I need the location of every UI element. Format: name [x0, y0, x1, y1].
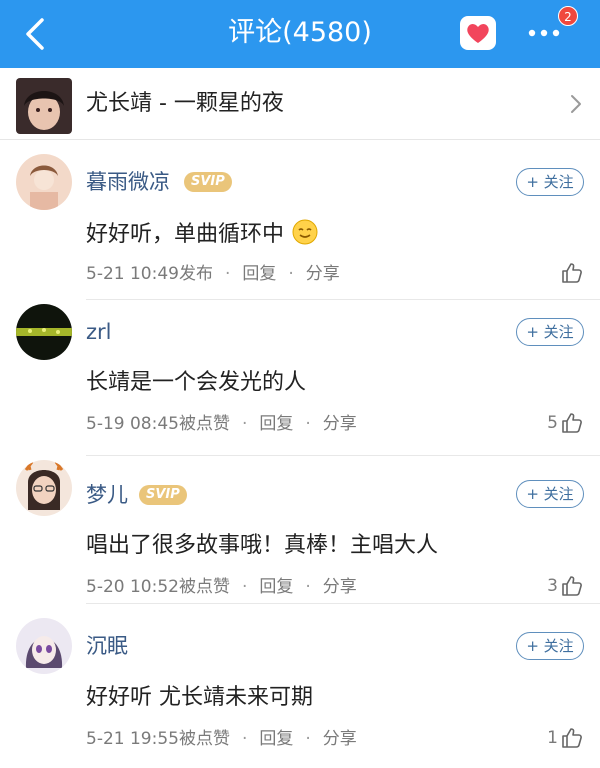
comment-item: 暮雨微凉 SVIP + 关注 好好听，单曲循环中 5-21 10:49发布 · 回复… [0, 140, 600, 300]
username[interactable]: 暮雨微凉 [86, 167, 170, 197]
like-count: 5 [547, 413, 558, 433]
like-button[interactable]: 1 [547, 726, 584, 750]
comment-time: 5-21 19:55被点赞 [86, 729, 230, 749]
comment-meta: 5-21 10:49发布 · 回复 · 分享 [86, 264, 340, 284]
smile-emoji-icon [292, 219, 318, 245]
avatar[interactable] [16, 618, 72, 674]
top-bar: 评论(4580) 2 [0, 0, 600, 68]
share-link[interactable]: 分享 [323, 729, 357, 749]
thumbs-up-icon [562, 576, 582, 596]
reply-link[interactable]: 回复 [242, 264, 276, 284]
page-title: 评论(4580) [228, 17, 372, 48]
like-button[interactable] [558, 261, 584, 285]
comment-time: 5-20 10:52被点赞 [86, 577, 230, 597]
avatar[interactable] [16, 154, 72, 210]
comment-item: 沉眠 + 关注 好好听 尤长靖未来可期 5-21 19:55被点赞 · 回复 · 分享 … [0, 604, 600, 768]
comment-text: 唱出了很多故事哦！真棒！主唱大人 [86, 533, 439, 558]
comment-time: 5-19 08:45被点赞 [86, 414, 230, 434]
thumbs-up-icon [562, 728, 582, 748]
follow-button[interactable]: + 关注 [516, 632, 584, 660]
notification-badge: 2 [558, 6, 578, 26]
comment-item: zrl + 关注 长靖是一个会发光的人 5-19 08:45被点赞 · 回复 · 分享 … [0, 300, 600, 456]
song-title: 尤长靖 - 一颗星的夜 [86, 91, 284, 116]
comment-text-content: 好好听，单曲循环中 [86, 222, 285, 247]
song-cover-image [16, 78, 72, 134]
comment-text: 好好听 尤长靖未来可期 [86, 685, 313, 710]
follow-button[interactable]: + 关注 [516, 318, 584, 346]
reply-link[interactable]: 回复 [259, 577, 293, 597]
comment-text: 好好听，单曲循环中 [86, 218, 319, 251]
song-link-row[interactable]: 尤长靖 - 一颗星的夜 [0, 68, 600, 140]
comment-text: 长靖是一个会发光的人 [86, 370, 307, 395]
follow-button[interactable]: + 关注 [516, 480, 584, 508]
comment-meta: 5-19 08:45被点赞 · 回复 · 分享 [86, 414, 357, 434]
thumbs-up-icon [562, 413, 582, 433]
share-link[interactable]: 分享 [306, 264, 340, 284]
comment-time: 5-21 10:49发布 [86, 264, 213, 284]
avatar[interactable] [16, 460, 72, 516]
chevron-right-icon [571, 95, 581, 113]
share-link[interactable]: 分享 [323, 414, 357, 434]
thumbs-up-icon [562, 263, 582, 283]
share-link[interactable]: 分享 [323, 577, 357, 597]
comment-meta: 5-21 19:55被点赞 · 回复 · 分享 [86, 729, 357, 749]
svip-badge: SVIP [184, 172, 232, 192]
username[interactable]: zrl [86, 317, 112, 347]
like-button[interactable]: 3 [547, 574, 584, 598]
svip-badge: SVIP [139, 485, 187, 505]
avatar[interactable] [16, 304, 72, 360]
follow-button[interactable]: + 关注 [516, 168, 584, 196]
like-count: 1 [547, 728, 558, 748]
comment-meta: 5-20 10:52被点赞 · 回复 · 分享 [86, 577, 357, 597]
like-count: 3 [547, 576, 558, 596]
like-button[interactable]: 5 [547, 411, 584, 435]
username[interactable]: 沉眠 [86, 631, 128, 661]
heart-icon [467, 24, 489, 43]
username[interactable]: 梦儿 [86, 480, 128, 510]
reply-link[interactable]: 回复 [259, 414, 293, 434]
reply-link[interactable]: 回复 [259, 729, 293, 749]
comment-item: 梦儿 SVIP + 关注 唱出了很多故事哦！真棒！主唱大人 5-20 10:52… [0, 456, 600, 604]
favorite-heart-button[interactable] [460, 16, 496, 50]
